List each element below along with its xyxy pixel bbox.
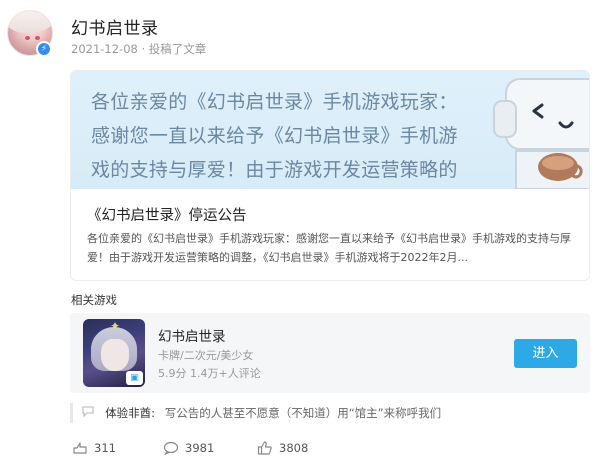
comment-bubble-icon (82, 406, 97, 420)
game-icon-face (101, 339, 129, 371)
bilibili-tv-icon: ▣ (126, 371, 143, 385)
post-action: · 投稿了文章 (141, 42, 207, 56)
like-count: 3808 (279, 441, 309, 455)
avatar-eye-right (35, 36, 40, 40)
enter-game-button[interactable]: 进入 (514, 339, 577, 368)
article-summary: 各位亲爱的《幻书启世录》手机游戏玩家：感谢您一直以来给予《幻书启世录》手机游戏的… (87, 232, 571, 264)
comment-text: 写公告的人甚至不愿意（不知道）用“馆主”来称呼我们 (164, 406, 442, 420)
banner-text: 各位亲爱的《幻书启世录》手机游戏玩家：感谢您一直以来给予《幻书启世录》手机游戏的… (91, 91, 458, 181)
featured-comment[interactable]: 体验非酋: 写公告的人甚至不愿意（不知道）用“馆主”来称呼我们 (70, 403, 441, 423)
related-game-card[interactable]: ✦ ▣ 幻书启世录 卡牌/二次元/美少女 5.9分 1.4万+人评论 进入 (70, 313, 590, 393)
robot-mascot-icon (493, 78, 589, 189)
share-stat[interactable]: 311 (72, 441, 116, 455)
author-name[interactable]: 幻书启世录 (71, 14, 159, 39)
comment-stat[interactable]: 3981 (163, 441, 214, 455)
share-count: 311 (94, 441, 116, 455)
related-games-label: 相关游戏 (71, 293, 117, 307)
thumbs-up-icon (257, 441, 272, 455)
verified-badge-icon: ⚡ (36, 41, 52, 57)
comment-user[interactable]: 体验非酋: (105, 406, 155, 420)
comment-icon (163, 441, 179, 455)
article-card[interactable]: 各位亲爱的《幻书启世录》手机游戏玩家：感谢您一直以来给予《幻书启世录》手机游戏的… (70, 70, 590, 281)
game-icon[interactable]: ✦ ▣ (83, 319, 145, 387)
game-tags: 卡牌/二次元/美少女 (158, 349, 254, 362)
comment-count: 3981 (185, 441, 215, 455)
article-title[interactable]: 《幻书启世录》停运公告 (87, 204, 247, 225)
avatar-eye-left (25, 36, 30, 40)
post-meta: 2021-12-08 · 投稿了文章 (71, 41, 206, 57)
game-rating: 5.9分 1.4万+人评论 (158, 367, 261, 380)
article-banner: 各位亲爱的《幻书启世录》手机游戏玩家：感谢您一直以来给予《幻书启世录》手机游戏的… (71, 71, 589, 189)
like-stat[interactable]: 3808 (257, 441, 308, 455)
game-name[interactable]: 幻书启世录 (158, 325, 226, 345)
share-icon (73, 442, 87, 454)
post-date: 2021-12-08 (71, 42, 138, 56)
avatar-hair (8, 11, 52, 33)
